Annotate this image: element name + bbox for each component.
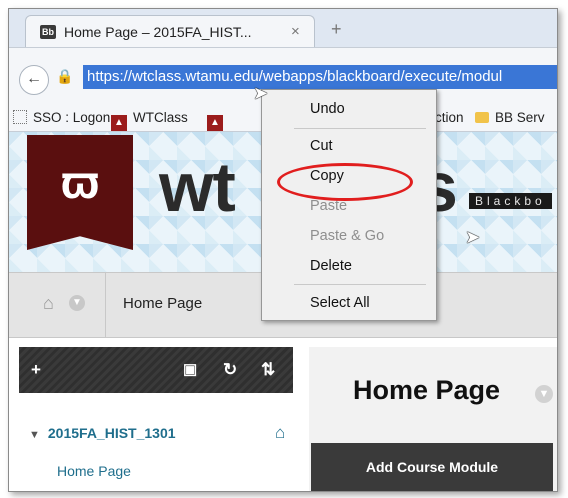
back-arrow-icon[interactable]: ← — [19, 65, 49, 95]
course-title-link[interactable]: ▼ 2015FA_HIST_1301 — [29, 425, 176, 441]
home-icon[interactable]: ⌂ — [43, 293, 54, 314]
wtclass-wordmark: wt — [159, 148, 236, 226]
add-menu-item-icon[interactable]: + — [31, 360, 41, 380]
blackboard-favicon-icon: Bb — [40, 25, 56, 39]
menu-separator — [294, 284, 426, 285]
logo-glyph: ϖ — [60, 156, 100, 208]
url-field[interactable]: https://wtclass.wtamu.edu/webapps/blackb… — [83, 65, 557, 89]
blackboard-wordmark: Blackbo — [469, 193, 552, 209]
copy-highlight-ring — [277, 163, 413, 201]
content-area: Home Page ▼ Add Course Module — [309, 347, 557, 491]
reorder-icon[interactable]: ⇅ — [261, 360, 275, 380]
breadcrumb-current: Home Page — [123, 295, 203, 312]
context-menu-delete[interactable]: Delete — [310, 258, 352, 274]
context-menu-select-all[interactable]: Select All — [310, 295, 370, 311]
folder-view-icon[interactable]: ▣ — [183, 360, 197, 378]
wt-favicon-icon: ▲ — [207, 115, 223, 131]
bookmark-label: SSO : Logon — [33, 110, 111, 125]
context-menu: Undo Cut Copy Paste Paste & Go Delete Se… — [261, 89, 437, 321]
course-home-icon[interactable]: ⌂ — [275, 423, 285, 443]
bookmark-label: WTClass — [133, 110, 188, 125]
bookmark-wt-2[interactable]: ▲ — [207, 110, 229, 131]
wt-favicon-icon: ▲ — [111, 115, 127, 131]
bookmark-label: ction — [435, 110, 464, 125]
new-tab-icon[interactable]: + — [331, 19, 342, 40]
menu-home-page-link[interactable]: Home Page — [57, 463, 131, 479]
bookmark-wtclass[interactable]: ▲ WTClass — [111, 110, 188, 131]
menu-separator — [294, 128, 426, 129]
tab-title: Home Page – 2015FA_HIST... — [64, 24, 252, 40]
caret-down-icon[interactable]: ▼ — [29, 429, 40, 441]
browser-tab-home-page[interactable]: Bb Home Page – 2015FA_HIST... × — [25, 15, 315, 48]
chevron-down-icon[interactable]: ▼ — [69, 295, 85, 311]
folder-icon — [475, 112, 489, 123]
wtamu-logo[interactable]: ϖ — [27, 135, 133, 250]
course-name: 2015FA_HIST_1301 — [47, 425, 176, 441]
screenshot-frame: Bb Home Page – 2015FA_HIST... × + ← 🔒 ht… — [8, 8, 558, 492]
page-icon — [13, 110, 27, 124]
bookmark-section[interactable]: ction — [435, 110, 464, 125]
context-menu-cut[interactable]: Cut — [310, 138, 333, 154]
bookmark-label: BB Serv — [495, 110, 545, 125]
tab-close-icon[interactable]: × — [291, 23, 300, 40]
course-menu: + ▣ ↻ ⇅ ▼ 2015FA_HIST_1301 ⌂ Home Page — [19, 347, 293, 491]
course-menu-toolbar: + ▣ ↻ ⇅ — [19, 347, 293, 393]
page-title: Home Page — [353, 375, 501, 405]
mouse-cursor-icon: ➤ — [253, 83, 269, 103]
context-menu-undo[interactable]: Undo — [310, 101, 345, 117]
mouse-cursor-icon: ➤ — [465, 227, 481, 247]
bookmark-bb-serv[interactable]: BB Serv — [475, 110, 545, 125]
refresh-icon[interactable]: ↻ — [223, 360, 237, 380]
divider — [105, 273, 106, 337]
chevron-down-icon[interactable]: ▼ — [535, 385, 553, 403]
add-course-module-button[interactable]: Add Course Module — [311, 443, 553, 491]
context-menu-paste-and-go: Paste & Go — [310, 228, 385, 244]
tab-bar: Bb Home Page – 2015FA_HIST... × + — [9, 9, 557, 48]
lock-icon: 🔒 — [56, 68, 74, 84]
bookmark-sso-logon[interactable]: SSO : Logon — [13, 110, 110, 125]
